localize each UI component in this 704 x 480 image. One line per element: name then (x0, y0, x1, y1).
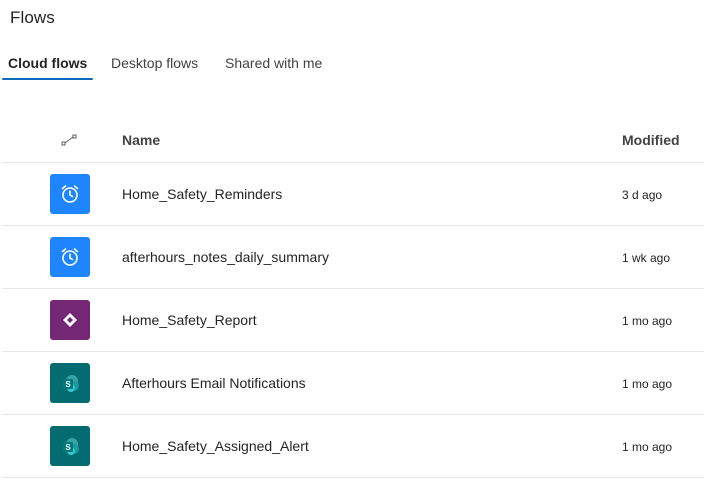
flow-type-icon[interactable] (61, 133, 77, 146)
tab-list: Cloud flows Desktop flows Shared with me (0, 52, 704, 82)
column-header-modified[interactable]: Modified (622, 132, 680, 148)
svg-text:S: S (65, 443, 71, 452)
column-header-name[interactable]: Name (122, 132, 160, 148)
tab-cloud-flows[interactable]: Cloud flows (2, 52, 94, 80)
svg-text:S: S (65, 380, 71, 389)
table-row[interactable]: S Afterhours Email Notifications 1 mo ag… (2, 352, 704, 415)
sharepoint-icon: S (50, 426, 90, 466)
alarm-clock-icon (50, 237, 90, 277)
flow-modified: 1 mo ago (622, 314, 673, 328)
flow-name[interactable]: Home_Safety_Reminders (122, 186, 282, 202)
sharepoint-icon: S (50, 363, 90, 403)
page-title: Flows (10, 8, 55, 27)
flow-modified: 1 wk ago (622, 251, 671, 265)
tab-shared-with-me[interactable]: Shared with me (225, 52, 322, 80)
flow-modified: 3 d ago (622, 188, 663, 202)
tab-label: Desktop flows (111, 55, 199, 71)
flow-name[interactable]: Home_Safety_Report (122, 312, 257, 328)
flows-table: Name Modified Home_Safety_Reminders 3 d … (2, 118, 704, 478)
table-header: Name Modified (2, 118, 704, 163)
flow-modified: 1 mo ago (622, 377, 673, 391)
flow-modified: 1 mo ago (622, 440, 673, 454)
alarm-clock-icon (50, 174, 90, 214)
flow-name[interactable]: afterhours_notes_daily_summary (122, 249, 329, 265)
table-row[interactable]: afterhours_notes_daily_summary 1 wk ago (2, 226, 704, 289)
tab-label: Shared with me (225, 55, 323, 71)
table-row[interactable]: Home_Safety_Report 1 mo ago (2, 289, 704, 352)
active-tab-indicator (2, 78, 94, 80)
tab-label: Cloud flows (8, 55, 88, 71)
flow-name[interactable]: Home_Safety_Assigned_Alert (122, 438, 309, 454)
flow-name[interactable]: Afterhours Email Notifications (122, 375, 306, 391)
table-row[interactable]: Home_Safety_Reminders 3 d ago (2, 163, 704, 226)
flows-page: Flows Cloud flows Desktop flows Shared w… (0, 0, 704, 480)
table-row[interactable]: S Home_Safety_Assigned_Alert 1 mo ago (2, 415, 704, 478)
power-apps-icon (50, 300, 90, 340)
tab-desktop-flows[interactable]: Desktop flows (111, 52, 198, 80)
